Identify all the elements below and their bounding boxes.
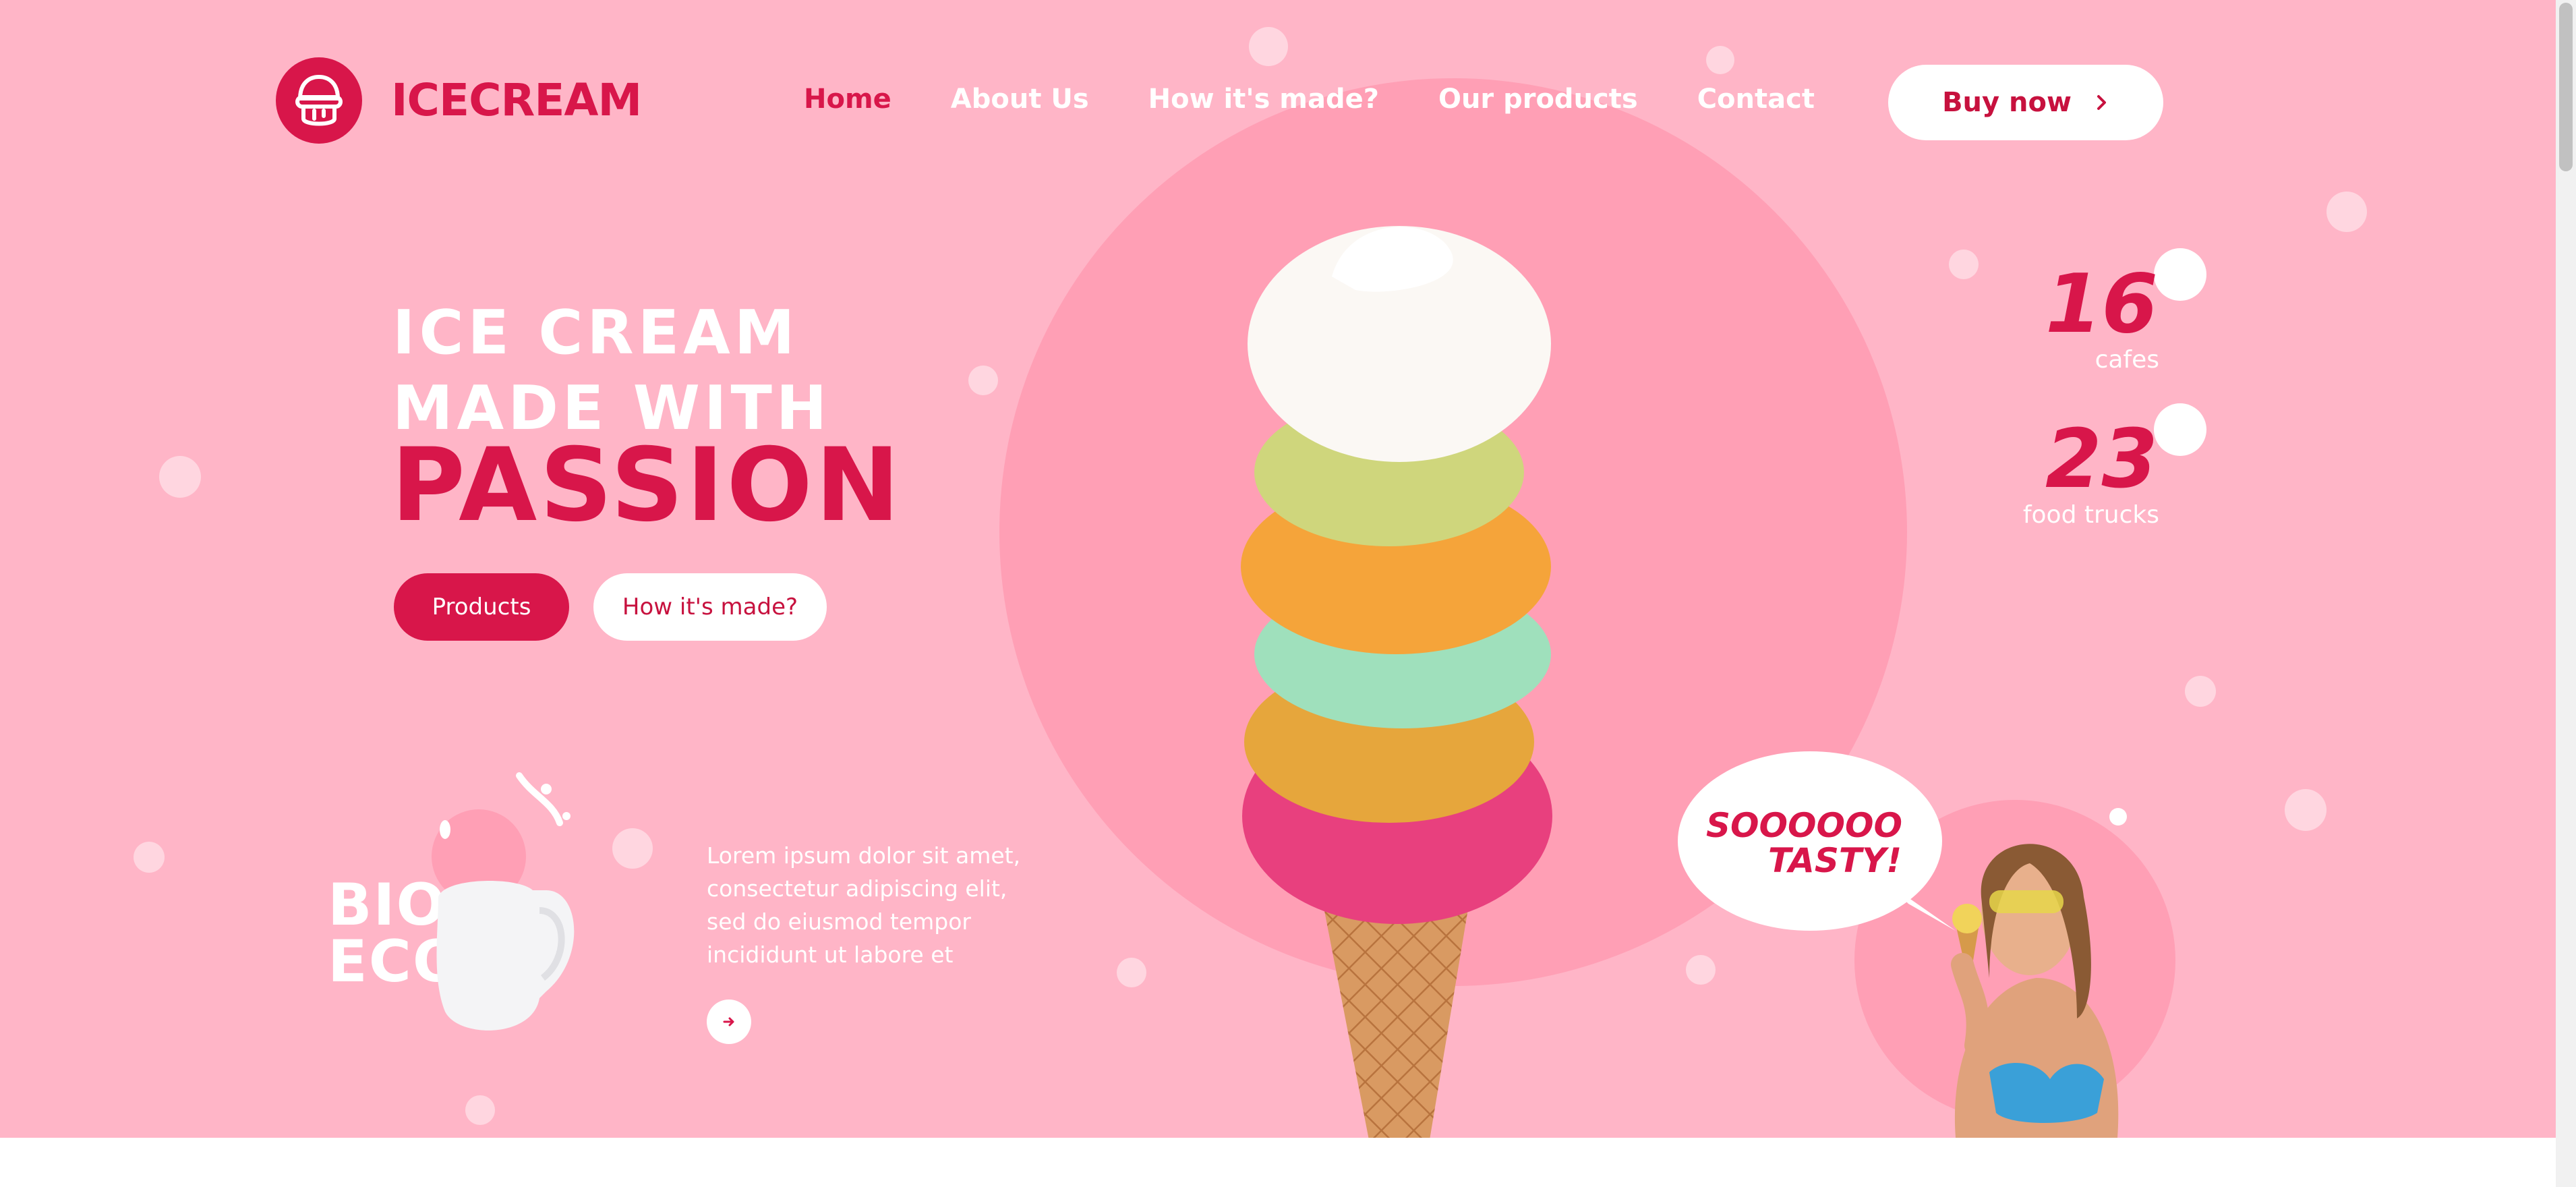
description-line-1: Lorem ipsum dolor sit amet, — [707, 842, 1021, 869]
bubble-decoration — [1706, 46, 1734, 74]
bubble-decoration — [134, 842, 165, 873]
nav-how-its-made[interactable]: How it's made? — [1148, 82, 1379, 116]
description-text: Lorem ipsum dolor sit amet, consectetur … — [707, 839, 1044, 971]
bubble-decoration — [1117, 958, 1146, 987]
products-button[interactable]: Products — [394, 573, 569, 641]
ice-cream-logo-icon[interactable] — [275, 57, 363, 144]
bubble-decoration — [612, 828, 653, 869]
chevron-right-icon — [2097, 95, 2106, 110]
description-line-2: consectetur adipiscing elit, — [707, 875, 1007, 902]
bubble-decoration — [159, 456, 201, 498]
bubble-decoration — [2185, 676, 2216, 707]
speech-text: SOOOOOO TASTY! — [1706, 808, 1902, 878]
nav-about-us[interactable]: About Us — [951, 82, 1089, 116]
speech-line-1: SOOOOOO — [1706, 806, 1903, 845]
read-more-button[interactable] — [707, 1000, 751, 1044]
nav-home[interactable]: Home — [804, 82, 891, 116]
bubble-decoration — [1686, 955, 1716, 985]
stat-cafes-value: 16 — [2045, 258, 2158, 351]
headline-line-1: ICE CREAM — [392, 297, 799, 368]
buy-now-label: Buy now — [1942, 87, 2072, 118]
arrow-right-icon — [723, 1017, 734, 1026]
bubble-decoration — [2154, 403, 2206, 456]
bubble-decoration — [1249, 27, 1288, 66]
brand-name[interactable]: ICECREAM — [391, 72, 642, 129]
main-nav: Home About Us How it's made? Our product… — [804, 82, 1815, 116]
bubble-decoration — [465, 1095, 495, 1125]
buy-now-button[interactable]: Buy now — [1888, 65, 2163, 140]
bubble-decoration — [968, 366, 998, 395]
description-line-4: incididunt ut labore et — [707, 942, 954, 968]
hero-section: ICECREAM Home About Us How it's made? Ou… — [0, 0, 2556, 1138]
bubble-decoration — [2326, 192, 2367, 232]
bubble-decoration — [2285, 789, 2326, 831]
nav-our-products[interactable]: Our products — [1438, 82, 1638, 116]
girl-eating-ice-cream-image — [1951, 844, 2119, 1138]
stat-trucks-label: food trucks — [2022, 501, 2159, 529]
headline-line-3: PASSION — [391, 427, 903, 544]
stat-trucks-value: 23 — [2045, 413, 2158, 506]
stat-cafes-label: cafes — [2095, 346, 2159, 374]
speech-line-2: TASTY! — [1767, 841, 1902, 880]
scrollbar-thumb[interactable] — [2559, 3, 2573, 171]
bubble-decoration — [2154, 248, 2206, 301]
milk-pitcher-image — [432, 772, 575, 1031]
how-its-made-button[interactable]: How it's made? — [593, 573, 827, 641]
bubble-decoration — [1949, 250, 1979, 279]
description-line-3: sed do eiusmod tempor — [707, 908, 972, 935]
nav-contact[interactable]: Contact — [1697, 82, 1815, 116]
vertical-scrollbar[interactable] — [2556, 0, 2576, 1187]
ice-cream-cone-image — [1241, 226, 1552, 1138]
